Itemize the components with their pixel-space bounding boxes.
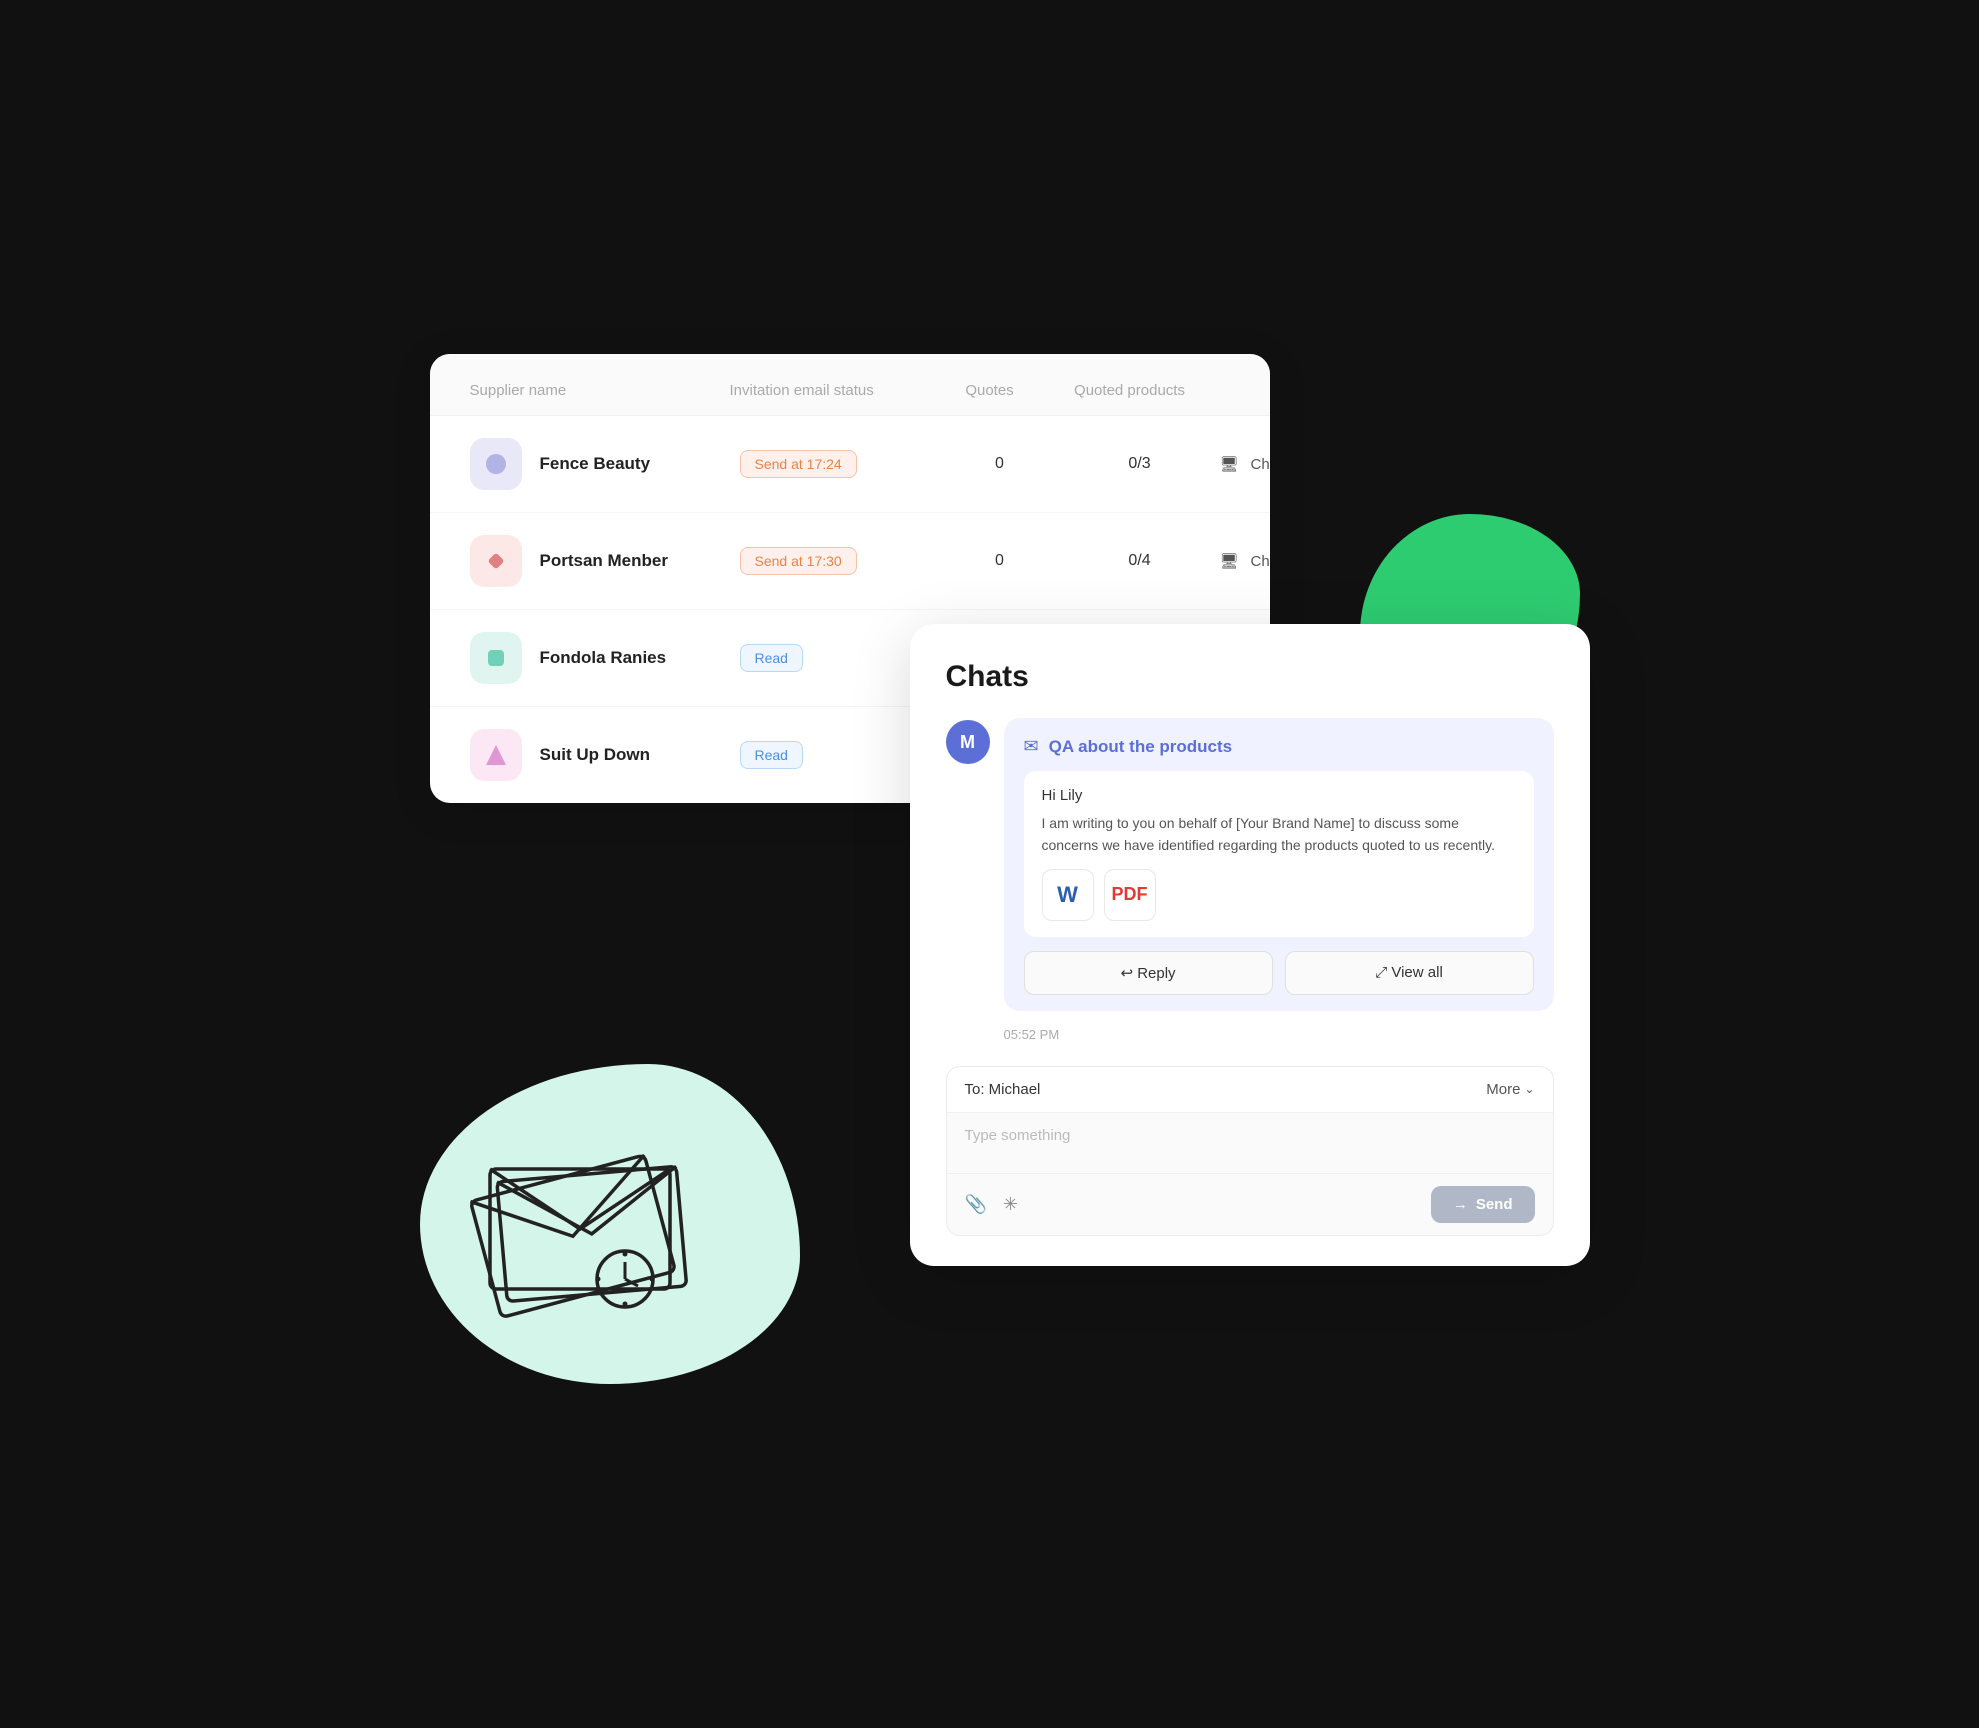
message-bubble: ✉ QA about the products Hi Lily I am wri… bbox=[1004, 718, 1554, 1011]
table-header: Supplier name Invitation email status Qu… bbox=[430, 354, 1270, 416]
view-all-button[interactable]: ⤢ View all bbox=[1285, 951, 1534, 995]
quotes-count: 0 bbox=[940, 455, 1060, 473]
compose-placeholder: Type something bbox=[965, 1127, 1071, 1144]
send-button[interactable]: → Send bbox=[1431, 1186, 1535, 1223]
subject-email-icon: ✉ bbox=[1024, 736, 1039, 757]
sparkle-icon[interactable]: ✳ bbox=[1003, 1194, 1018, 1215]
invitation-status[interactable]: Send at 17:30 bbox=[740, 547, 940, 575]
avatar bbox=[470, 729, 522, 781]
status-badge: Send at 17:30 bbox=[740, 547, 857, 575]
send-icon: → bbox=[1453, 1196, 1468, 1213]
header-supplier-name: Supplier name bbox=[470, 382, 730, 399]
compose-header: To: Michael More ⌄ bbox=[947, 1067, 1553, 1113]
message-subject: ✉ QA about the products bbox=[1024, 736, 1534, 757]
header-quotes: Quotes bbox=[930, 382, 1050, 399]
quoted-products: 0/3 bbox=[1060, 455, 1220, 473]
status-badge: Send at 17:24 bbox=[740, 450, 857, 478]
compose-input[interactable]: Type something bbox=[947, 1113, 1553, 1173]
header-invitation-status: Invitation email status bbox=[730, 382, 930, 399]
toolbar-icons: 📎 ✳ bbox=[965, 1194, 1019, 1215]
message-body: I am writing to you on behalf of [Your B… bbox=[1042, 812, 1516, 857]
attachment-word[interactable]: W bbox=[1042, 869, 1094, 921]
attachment-pdf[interactable]: PDF bbox=[1104, 869, 1156, 921]
message-timestamp: 05:52 PM bbox=[946, 1027, 1554, 1042]
attach-icon[interactable]: 📎 bbox=[965, 1194, 987, 1215]
header-quoted-products: Quoted products bbox=[1050, 382, 1210, 399]
chat-action[interactable]: 🖥 Chat bbox=[1220, 552, 1270, 570]
supplier-name: Suit Up Down bbox=[540, 745, 740, 765]
status-badge: Read bbox=[740, 644, 803, 672]
chat-message-area: M ✉ QA about the products Hi Lily I am w… bbox=[946, 718, 1554, 1011]
chevron-down-icon: ⌄ bbox=[1524, 1082, 1534, 1096]
message-actions: ↩ Reply ⤢ View all bbox=[1024, 951, 1534, 995]
compose-to: To: Michael bbox=[965, 1081, 1041, 1098]
table-row: Fence Beauty Send at 17:24 0 0/3 🖥 Chat bbox=[430, 416, 1270, 513]
chats-title: Chats bbox=[946, 660, 1554, 694]
avatar bbox=[470, 632, 522, 684]
message-content-box: Hi Lily I am writing to you on behalf of… bbox=[1024, 771, 1534, 937]
compose-toolbar: 📎 ✳ → Send bbox=[947, 1173, 1553, 1235]
chat-action[interactable]: 🖥 Chat bbox=[1220, 455, 1270, 473]
supplier-name: Fondola Ranies bbox=[540, 648, 740, 668]
chat-icon: 🖥 bbox=[1220, 552, 1239, 570]
compose-area: To: Michael More ⌄ Type something 📎 ✳ → … bbox=[946, 1066, 1554, 1236]
quotes-count: 0 bbox=[940, 552, 1060, 570]
table-row: Portsan Menber Send at 17:30 0 0/4 🖥 Cha… bbox=[430, 513, 1270, 610]
status-badge: Read bbox=[740, 741, 803, 769]
chat-icon: 🖥 bbox=[1220, 455, 1239, 473]
invitation-status[interactable]: Send at 17:24 bbox=[740, 450, 940, 478]
message-greeting: Hi Lily bbox=[1042, 787, 1516, 804]
quoted-products: 0/4 bbox=[1060, 552, 1220, 570]
chats-card: Chats M ✉ QA about the products Hi Lily … bbox=[910, 624, 1590, 1266]
supplier-name: Portsan Menber bbox=[540, 551, 740, 571]
subject-text: QA about the products bbox=[1049, 737, 1233, 757]
supplier-name: Fence Beauty bbox=[540, 454, 740, 474]
reply-button[interactable]: ↩ Reply bbox=[1024, 951, 1273, 995]
avatar bbox=[470, 535, 522, 587]
sender-avatar: M bbox=[946, 720, 990, 764]
attachments: W PDF bbox=[1042, 869, 1516, 921]
envelope-illustration bbox=[450, 1114, 730, 1334]
more-button[interactable]: More ⌄ bbox=[1486, 1081, 1534, 1098]
avatar bbox=[470, 438, 522, 490]
